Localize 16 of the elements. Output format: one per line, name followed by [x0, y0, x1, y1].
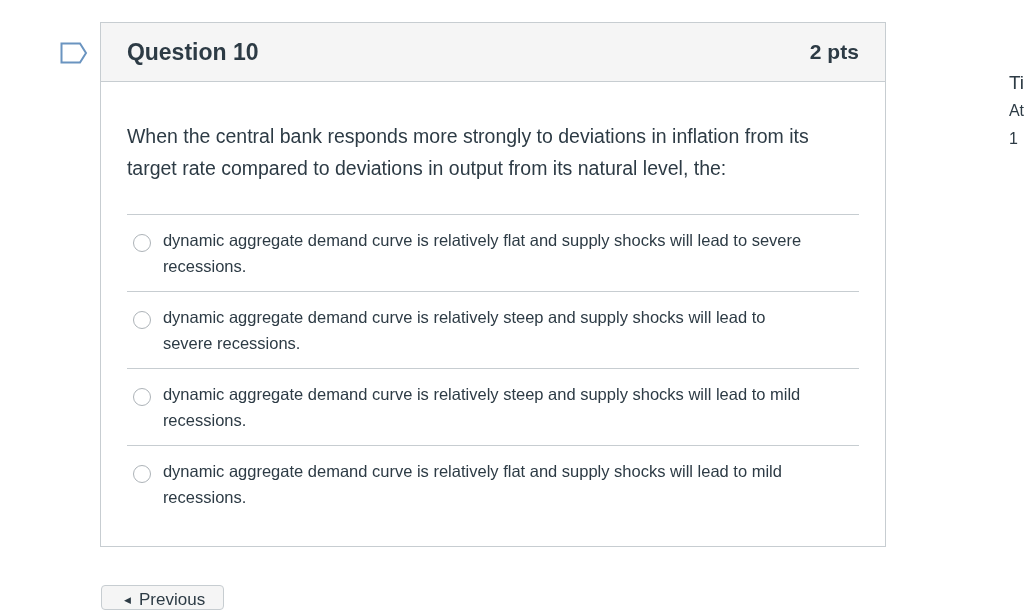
radio-button[interactable]	[132, 311, 151, 329]
radio-button[interactable]	[132, 234, 151, 252]
radio-button[interactable]	[132, 388, 151, 406]
answer-option: dynamic aggregate demand curve is relatively flat and supply shocks will lead to severe recessions.	[162, 227, 819, 279]
answer-option: dynamic aggregate demand curve is relatively steep and supply shocks will lead to mild recessions.	[162, 381, 819, 433]
question-text: When the central bank responds more strongly to deviations in inflation from its target rate compared to deviations in output from its natural level, the:	[126, 124, 810, 181]
side-panel-text: 1	[1008, 129, 1019, 149]
previous-button[interactable]: ◀ Previous	[101, 585, 225, 610]
question-title: Question 10	[126, 37, 259, 67]
answer-option: dynamic aggregate demand curve is relatively steep and supply shocks will lead to severe recessions.	[162, 304, 819, 356]
answer-option: dynamic aggregate demand curve is relatively flat and supply shocks will lead to mild recessions.	[162, 458, 819, 510]
side-panel-text: Ti	[1008, 71, 1024, 95]
radio-button[interactable]	[132, 465, 151, 483]
side-panel-text: At	[1008, 101, 1024, 121]
points-label: 2 pts	[809, 39, 859, 66]
flag-icon[interactable]	[60, 41, 88, 64]
